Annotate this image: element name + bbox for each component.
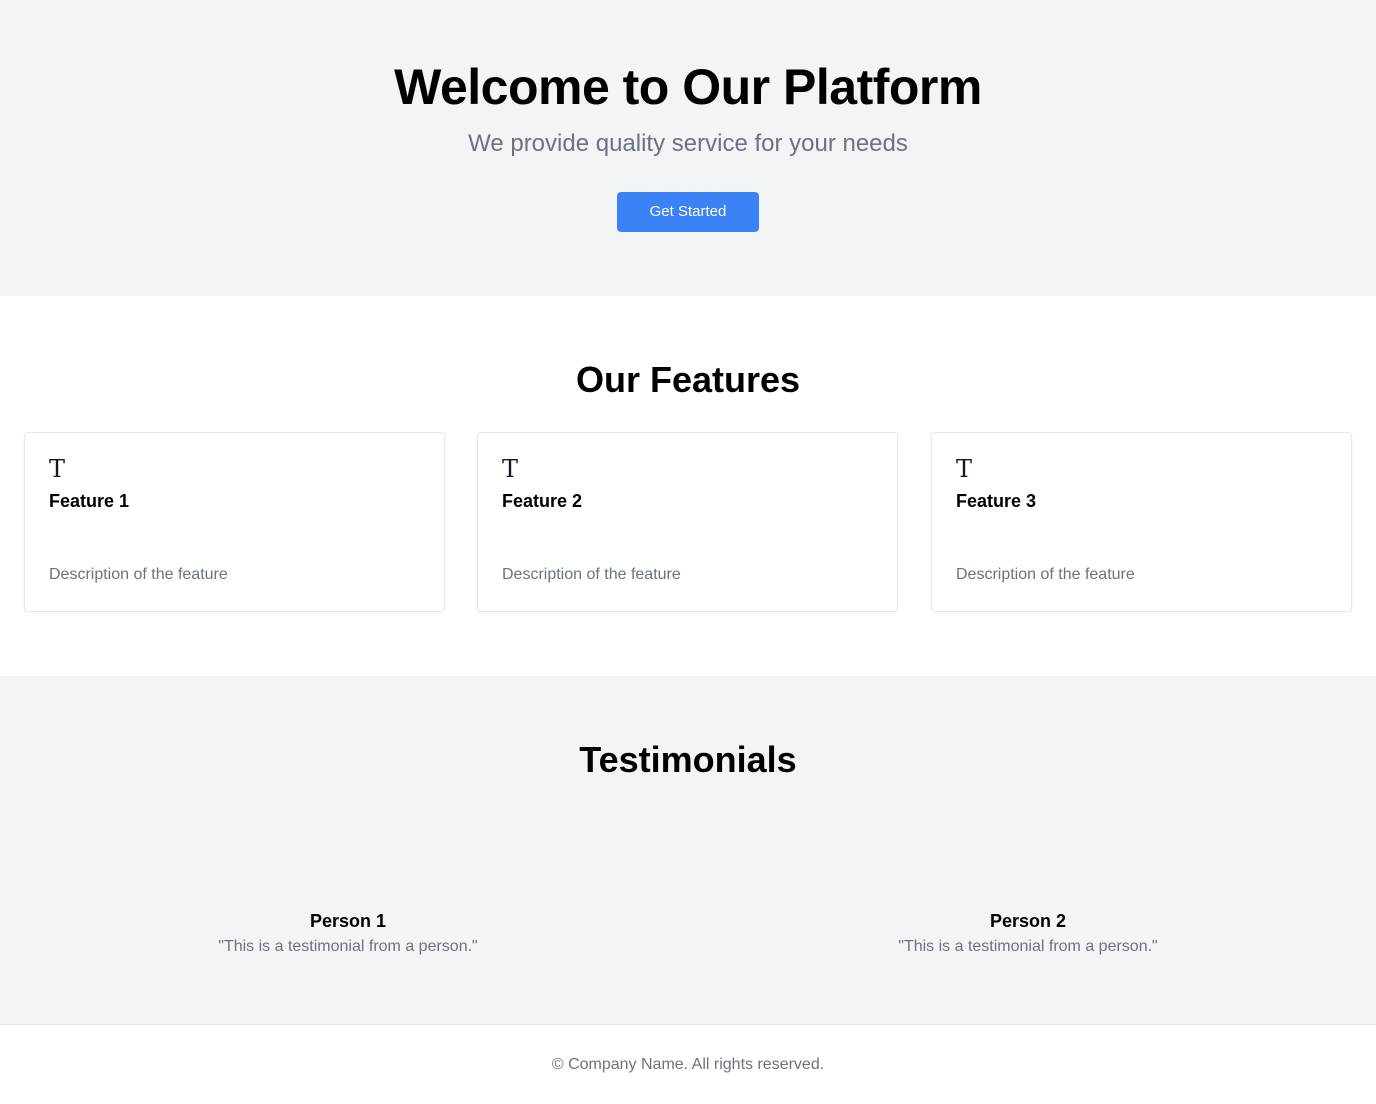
text-icon: T	[956, 455, 973, 483]
person-name: Person 1	[309, 911, 387, 931]
hero-title: Welcome to Our Platform	[394, 59, 982, 115]
text-icon: T	[49, 455, 66, 483]
feature-title: Feature 2	[502, 491, 583, 511]
testimonials-section: Testimonials Person 1 "This is a testimo…	[0, 676, 1376, 1024]
testimonials-title: Testimonials	[579, 739, 797, 780]
feature-description: Description of the feature	[502, 566, 681, 583]
feature-card: T Feature 2 Description of the feature	[477, 432, 898, 612]
hero-subtitle: We provide quality service for your need…	[468, 130, 908, 157]
feature-title: Feature 3	[956, 491, 1037, 511]
features-title: Our Features	[575, 359, 801, 400]
testimonial-quote: "This is a testimonial from a person."	[898, 938, 1158, 955]
testimonial-quote: "This is a testimonial from a person."	[218, 938, 478, 955]
testimonial-item: Person 2 "This is a testimonial from a p…	[684, 908, 1372, 960]
feature-description: Description of the feature	[49, 566, 228, 583]
hero-section: Welcome to Our Platform We provide quali…	[0, 0, 1376, 296]
feature-card: T Feature 3 Description of the feature	[931, 432, 1352, 612]
feature-title: Feature 1	[49, 491, 130, 511]
feature-card: T Feature 1 Description of the feature	[24, 432, 445, 612]
get-started-button[interactable]: Get Started	[617, 192, 759, 232]
copyright-text: © Company Name. All rights reserved.	[551, 1056, 825, 1073]
footer: © Company Name. All rights reserved.	[0, 1024, 1376, 1104]
testimonial-item: Person 1 "This is a testimonial from a p…	[4, 908, 692, 960]
person-name: Person 2	[989, 911, 1067, 931]
feature-description: Description of the feature	[956, 566, 1135, 583]
features-section: Our Features T Feature 1 Description of …	[0, 296, 1376, 676]
text-icon: T	[502, 455, 519, 483]
